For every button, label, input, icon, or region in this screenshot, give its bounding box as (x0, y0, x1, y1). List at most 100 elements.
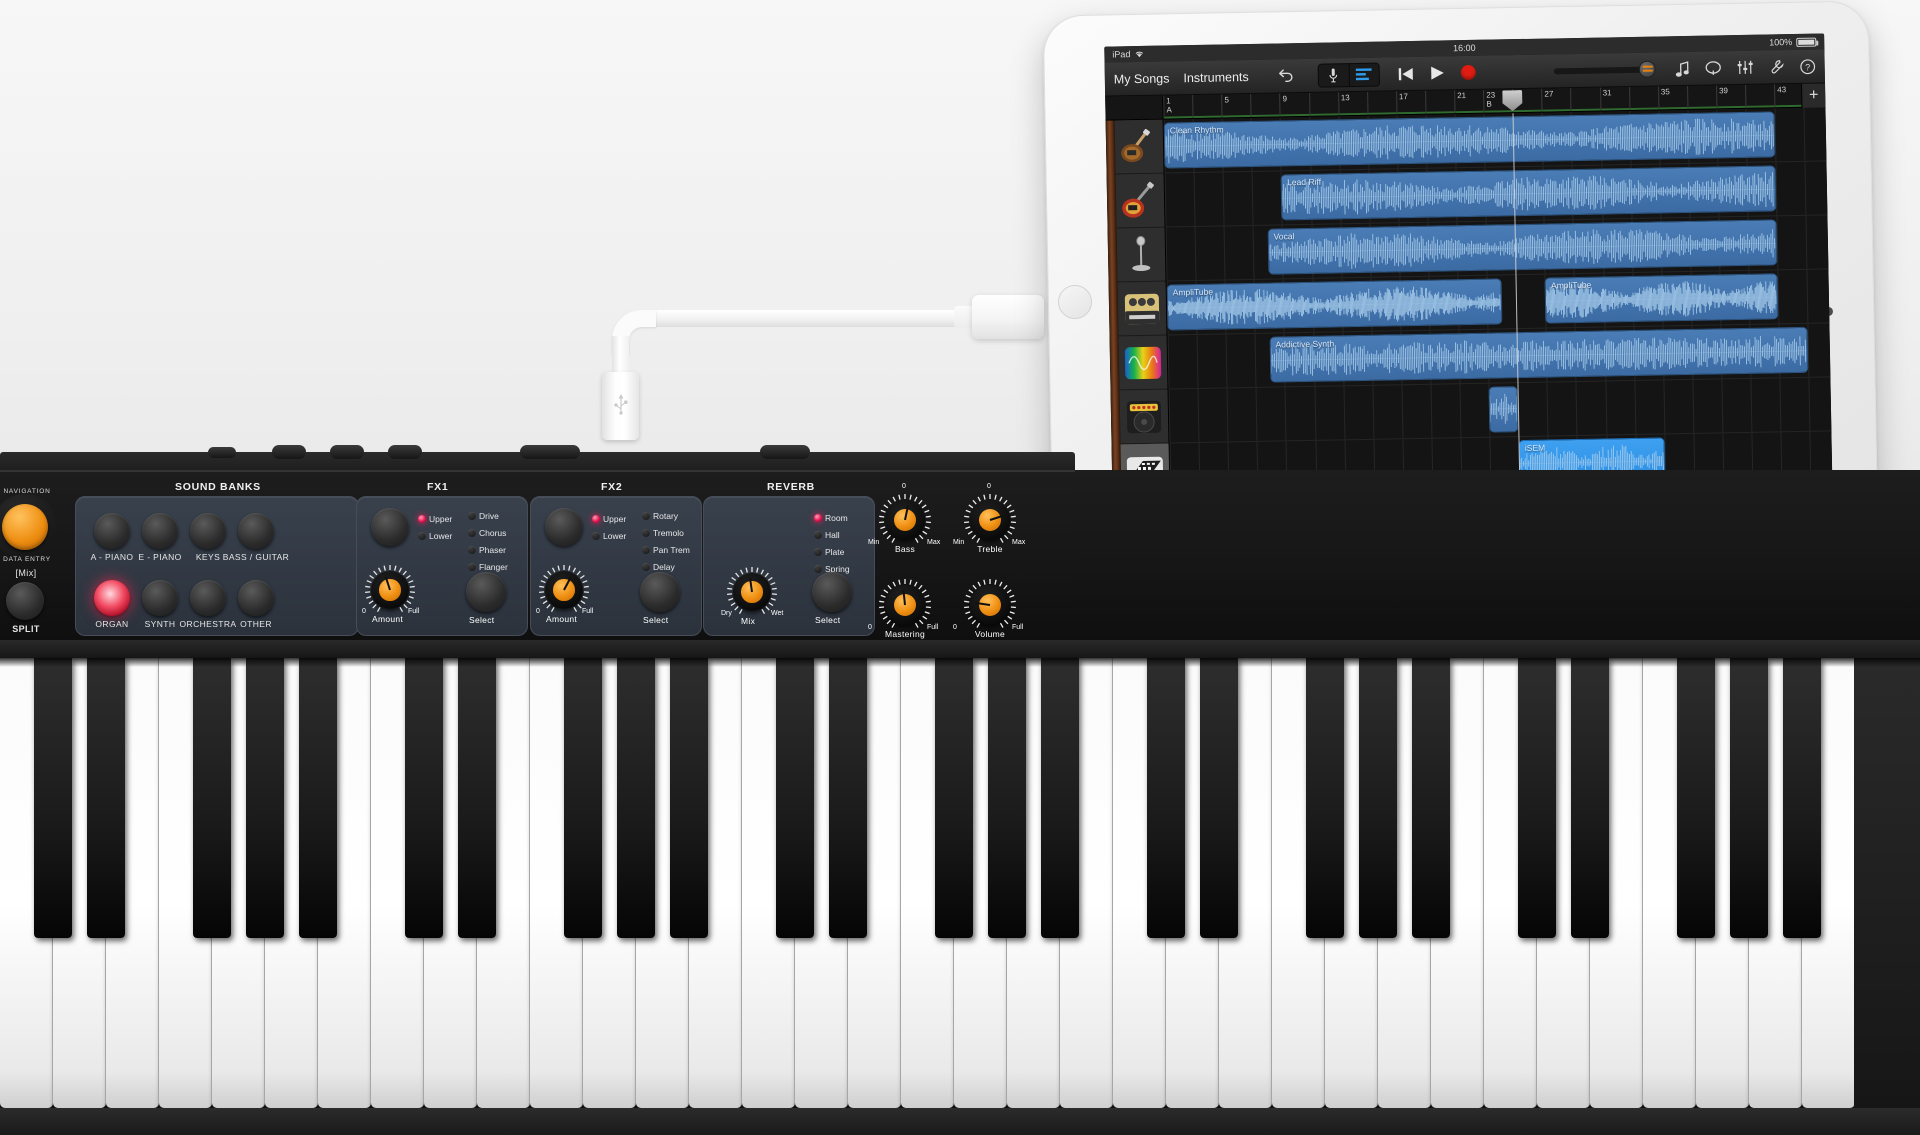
status-led[interactable] (418, 532, 426, 540)
black-key[interactable] (87, 658, 125, 938)
status-led[interactable] (468, 529, 476, 537)
microphone-icon[interactable] (1318, 64, 1348, 87)
status-led[interactable] (642, 563, 650, 571)
black-key[interactable] (1041, 658, 1079, 938)
black-key[interactable] (1571, 658, 1609, 938)
toolbar-right-icons: ? (1675, 58, 1816, 77)
fx2-select-button[interactable] (640, 572, 680, 612)
navigation-data-entry-knob[interactable] (2, 504, 48, 550)
loop-region-icon[interactable] (1705, 60, 1722, 75)
track-header[interactable] (1117, 281, 1167, 337)
status-led[interactable] (418, 515, 426, 523)
track-header[interactable] (1118, 335, 1168, 391)
black-key[interactable] (1306, 658, 1344, 938)
fx1-select-button[interactable] (466, 572, 506, 612)
mixer-faders-icon[interactable] (1737, 60, 1754, 75)
ruler-bar-number: 27 (1544, 89, 1554, 99)
instruments-button[interactable]: Instruments (1183, 69, 1249, 84)
black-key[interactable] (776, 658, 814, 938)
status-led[interactable] (814, 548, 822, 556)
black-key[interactable] (935, 658, 973, 938)
lightning-connector (972, 295, 1044, 339)
fx2-part-button[interactable] (545, 508, 583, 546)
status-led[interactable] (642, 546, 650, 554)
sound-bank-button[interactable] (190, 580, 226, 616)
black-key[interactable] (1518, 658, 1556, 938)
split-button[interactable] (6, 582, 44, 620)
audio-region[interactable]: Vocal (1267, 219, 1778, 275)
audio-region[interactable]: Addictive Synth (1269, 326, 1809, 383)
ruler-tick (1628, 87, 1631, 111)
audio-region[interactable]: AmpliTube (1544, 273, 1779, 324)
status-led[interactable] (642, 529, 650, 537)
sound-bank-button[interactable] (190, 513, 226, 549)
transport-controls (1398, 64, 1476, 81)
status-led[interactable] (592, 515, 600, 523)
status-led[interactable] (468, 563, 476, 571)
lane-gridline (1222, 172, 1225, 226)
black-key[interactable] (458, 658, 496, 938)
help-question-icon[interactable]: ? (1800, 58, 1816, 74)
black-key[interactable] (617, 658, 655, 938)
master-knob-top-label: 0 (987, 483, 991, 490)
sound-bank-button[interactable] (238, 580, 274, 616)
playhead-handle[interactable] (1502, 90, 1522, 111)
add-track-button[interactable]: + (1801, 83, 1826, 108)
status-led[interactable] (468, 512, 476, 520)
black-key[interactable] (1730, 658, 1768, 938)
track-header[interactable] (1116, 227, 1166, 283)
sound-bank-button[interactable] (142, 513, 178, 549)
audio-region[interactable]: AmpliTube (1166, 278, 1503, 331)
fx1-amount-label: Amount (372, 614, 404, 624)
black-key[interactable] (246, 658, 284, 938)
apple-loops-note-icon[interactable] (1675, 60, 1690, 77)
reverb-select-button[interactable] (812, 572, 852, 612)
lane-gridline (1197, 388, 1200, 442)
master-volume-slider[interactable] (1553, 60, 1656, 78)
wrench-settings-icon[interactable] (1769, 59, 1785, 74)
amplitube-pedal-icon (1122, 288, 1163, 329)
black-key[interactable] (564, 658, 602, 938)
sound-bank-button[interactable] (94, 580, 130, 616)
black-key[interactable] (1677, 658, 1715, 938)
track-header[interactable] (1119, 389, 1169, 445)
audio-region[interactable]: Lead Riff (1280, 165, 1777, 221)
status-led[interactable] (642, 512, 650, 520)
view-mode-segmented-control[interactable] (1317, 62, 1380, 88)
piano-keybed[interactable] (0, 658, 1920, 1135)
black-key[interactable] (299, 658, 337, 938)
black-key[interactable] (670, 658, 708, 938)
status-led[interactable] (592, 532, 600, 540)
black-key[interactable] (1200, 658, 1238, 938)
status-led[interactable] (814, 531, 822, 539)
status-led[interactable] (814, 565, 822, 573)
audio-region[interactable] (1488, 386, 1519, 433)
play-icon[interactable] (1430, 65, 1445, 80)
black-key[interactable] (1359, 658, 1397, 938)
black-key[interactable] (405, 658, 443, 938)
rewind-to-start-icon[interactable] (1398, 66, 1414, 80)
master-volume-knob[interactable] (1638, 60, 1656, 78)
audio-region[interactable]: Clean Rhythm (1163, 111, 1776, 169)
black-key[interactable] (988, 658, 1026, 938)
ruler-bar-number: 23 B (1486, 90, 1496, 109)
undo-icon[interactable] (1277, 68, 1294, 83)
track-header[interactable] (1114, 119, 1164, 175)
record-icon[interactable] (1460, 64, 1476, 81)
black-key[interactable] (1783, 658, 1821, 938)
black-key[interactable] (34, 658, 72, 938)
black-key[interactable] (193, 658, 231, 938)
fx1-part-button[interactable] (371, 508, 409, 546)
sound-bank-button[interactable] (94, 513, 130, 549)
my-songs-button[interactable]: My Songs (1114, 71, 1170, 86)
status-led[interactable] (814, 514, 822, 522)
track-header[interactable] (1115, 173, 1165, 229)
lane-gridline (1164, 173, 1167, 227)
black-key[interactable] (1412, 658, 1450, 938)
sound-bank-button[interactable] (238, 513, 274, 549)
black-key[interactable] (1147, 658, 1185, 938)
sound-bank-button[interactable] (142, 580, 178, 616)
status-led[interactable] (468, 546, 476, 554)
black-key[interactable] (829, 658, 867, 938)
tracks-view-icon[interactable] (1348, 63, 1379, 86)
